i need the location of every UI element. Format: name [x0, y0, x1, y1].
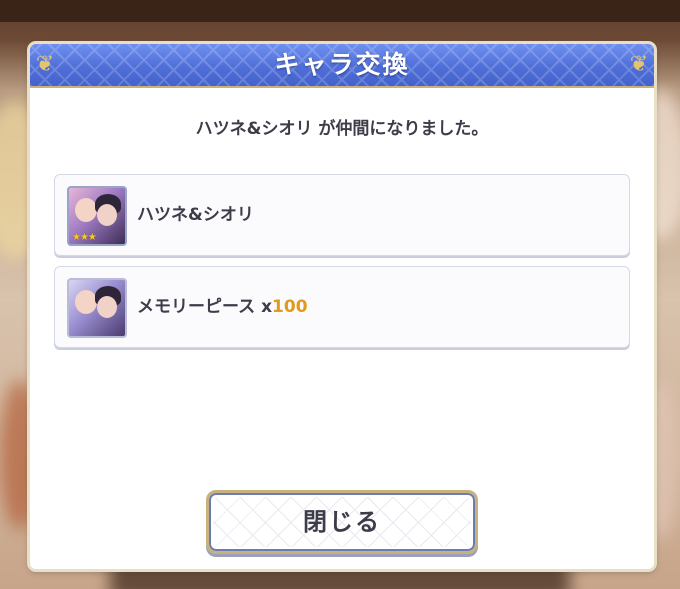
- reward-item-memory-piece: メモリーピース x100: [54, 266, 630, 348]
- star-rating-icon: ★★★: [72, 232, 97, 243]
- dialog-message: ハツネ&シオリ が仲間になりました。: [195, 119, 489, 139]
- portrait-face: [97, 296, 117, 318]
- character-exchange-dialog: ❦ キャラ交換 ❦ ハツネ&シオリ が仲間になりました。 ★★★ ハツネ&シオリ…: [30, 44, 654, 569]
- ornament-icon: ❦: [35, 52, 55, 77]
- close-button[interactable]: 閉じる: [206, 490, 478, 554]
- portrait-face: [75, 290, 97, 314]
- background-top-band: [0, 0, 680, 22]
- portrait-face: [75, 198, 97, 222]
- memory-piece-icon[interactable]: [67, 278, 127, 338]
- reward-quantity: 100: [272, 297, 308, 317]
- character-portrait-icon[interactable]: ★★★: [67, 186, 127, 246]
- portrait-face: [97, 204, 117, 226]
- reward-name: メモリーピース x100: [137, 267, 308, 347]
- reward-name: ハツネ&シオリ: [137, 205, 254, 225]
- dialog-title: キャラ交換: [274, 50, 410, 79]
- close-button-label: 閉じる: [303, 508, 381, 536]
- reward-name-text: メモリーピース x: [137, 297, 273, 317]
- reward-item-character: ★★★ ハツネ&シオリ: [54, 174, 630, 256]
- dialog-header: ❦ キャラ交換 ❦: [30, 44, 654, 88]
- ornament-icon: ❦: [629, 52, 649, 77]
